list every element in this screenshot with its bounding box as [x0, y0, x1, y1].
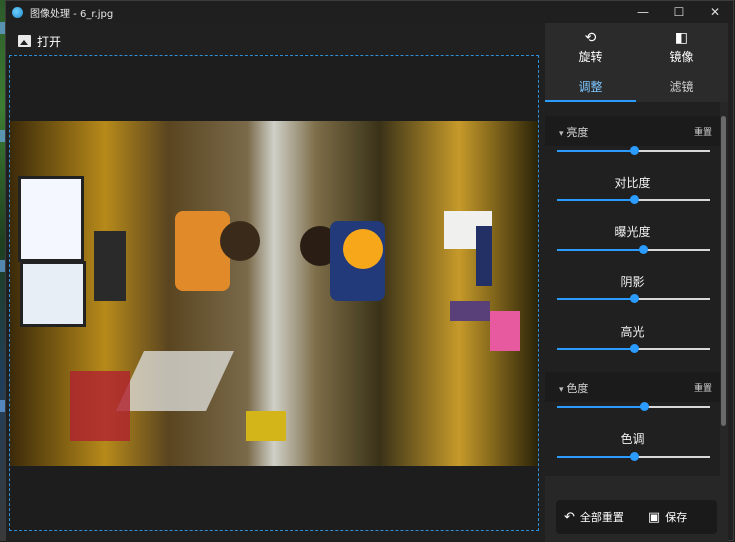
window-controls: — ☐ ✕: [625, 1, 733, 23]
panel-tabs: 调整 滤镜: [545, 71, 728, 102]
monitor-shape: [18, 176, 84, 262]
stool-shape: [246, 411, 286, 441]
app-logo-icon: [12, 6, 23, 18]
slider-fill: [557, 199, 634, 201]
title-bar[interactable]: 图像处理 - 6_r.jpg — ☐ ✕: [6, 1, 733, 23]
contrast-label: 对比度: [614, 176, 651, 190]
section-color[interactable]: 色度 重置: [545, 372, 720, 402]
section-title: 色度: [559, 380, 588, 396]
color-reset-button[interactable]: 重置: [694, 381, 712, 394]
open-button-label: 打开: [37, 34, 62, 49]
contrast-slider[interactable]: [557, 195, 710, 205]
keyboard-shape: [94, 231, 126, 301]
rotate-icon: ⟲: [584, 29, 597, 46]
mirror-icon: ◧: [674, 29, 689, 46]
color-slider[interactable]: [557, 402, 710, 412]
bowl-shape: [343, 229, 383, 269]
tab-adjust[interactable]: 调整: [545, 71, 636, 102]
brightness-slider[interactable]: [557, 146, 710, 156]
image-canvas[interactable]: [9, 55, 539, 531]
minimize-button[interactable]: —: [625, 1, 661, 23]
highlights-label: 高光: [620, 325, 645, 339]
bag-shape: [70, 371, 130, 441]
brightness-reset-button[interactable]: 重置: [694, 125, 712, 138]
slider-knob[interactable]: [629, 146, 639, 155]
shadows-slider[interactable]: [557, 294, 710, 304]
rotate-button[interactable]: ⟲ 旋转: [545, 23, 636, 71]
save-label: 保存: [665, 511, 688, 524]
side-panel: ⟲ 旋转 ◧ 镜像 调整 滤镜 亮度 重置 对比度: [545, 23, 728, 542]
slider-knob[interactable]: [629, 344, 639, 353]
slider-fill: [557, 348, 634, 350]
save-button[interactable]: ▣ 保存: [648, 509, 687, 525]
adjust-list[interactable]: 亮度 重置 对比度 曝光度 阴影: [545, 102, 720, 476]
slider-fill: [557, 150, 634, 152]
shadows-label: 阴影: [620, 275, 645, 289]
section-title: 亮度: [559, 124, 588, 140]
highlights-slider[interactable]: [557, 344, 710, 354]
mousepad-shape: [450, 301, 490, 321]
section-brightness[interactable]: 亮度 重置: [545, 116, 720, 146]
photo-preview: [10, 121, 538, 466]
close-button[interactable]: ✕: [697, 1, 733, 23]
hue-label: 色调: [620, 432, 645, 446]
mirror-label: 镜像: [669, 49, 694, 64]
slider-knob[interactable]: [629, 195, 639, 204]
hue-slider[interactable]: [557, 452, 710, 462]
app-window: 图像处理 - 6_r.jpg — ☐ ✕ 打开 ⟲ 旋转 ◧ 镜像 调整 滤镜 …: [5, 0, 734, 542]
transform-tools: ⟲ 旋转 ◧ 镜像: [545, 23, 728, 71]
exposure-slider[interactable]: [557, 245, 710, 255]
mirror-button[interactable]: ◧ 镜像: [636, 23, 727, 71]
slider-fill: [557, 456, 634, 458]
keyboard-shape: [476, 226, 492, 286]
image-icon: [18, 35, 31, 47]
reset-all-label: 全部重置: [579, 511, 624, 524]
panel-scrollbar[interactable]: [721, 116, 726, 426]
action-bar: ↶ 全部重置 ▣ 保存: [556, 500, 717, 534]
open-button[interactable]: 打开: [18, 32, 61, 50]
slider-fill: [557, 298, 634, 300]
poster-shape: [490, 311, 520, 351]
slider-knob[interactable]: [640, 402, 650, 411]
head-shape: [220, 221, 260, 261]
monitor-shape: [20, 261, 86, 327]
undo-icon: ↶: [564, 509, 575, 525]
clothes-shape: [116, 351, 234, 411]
exposure-label: 曝光度: [614, 225, 651, 239]
editor-area: 打开: [6, 23, 545, 542]
maximize-button[interactable]: ☐: [661, 1, 697, 23]
rotate-label: 旋转: [578, 49, 603, 64]
slider-knob[interactable]: [629, 452, 639, 461]
reset-all-button[interactable]: ↶ 全部重置: [564, 509, 624, 525]
slider-knob[interactable]: [638, 245, 648, 254]
slider-fill: [557, 249, 643, 251]
tab-filters[interactable]: 滤镜: [636, 71, 727, 102]
window-title: 图像处理 - 6_r.jpg: [30, 8, 114, 20]
slider-knob[interactable]: [629, 294, 639, 303]
slider-fill: [557, 406, 645, 408]
save-icon: ▣: [647, 509, 661, 525]
